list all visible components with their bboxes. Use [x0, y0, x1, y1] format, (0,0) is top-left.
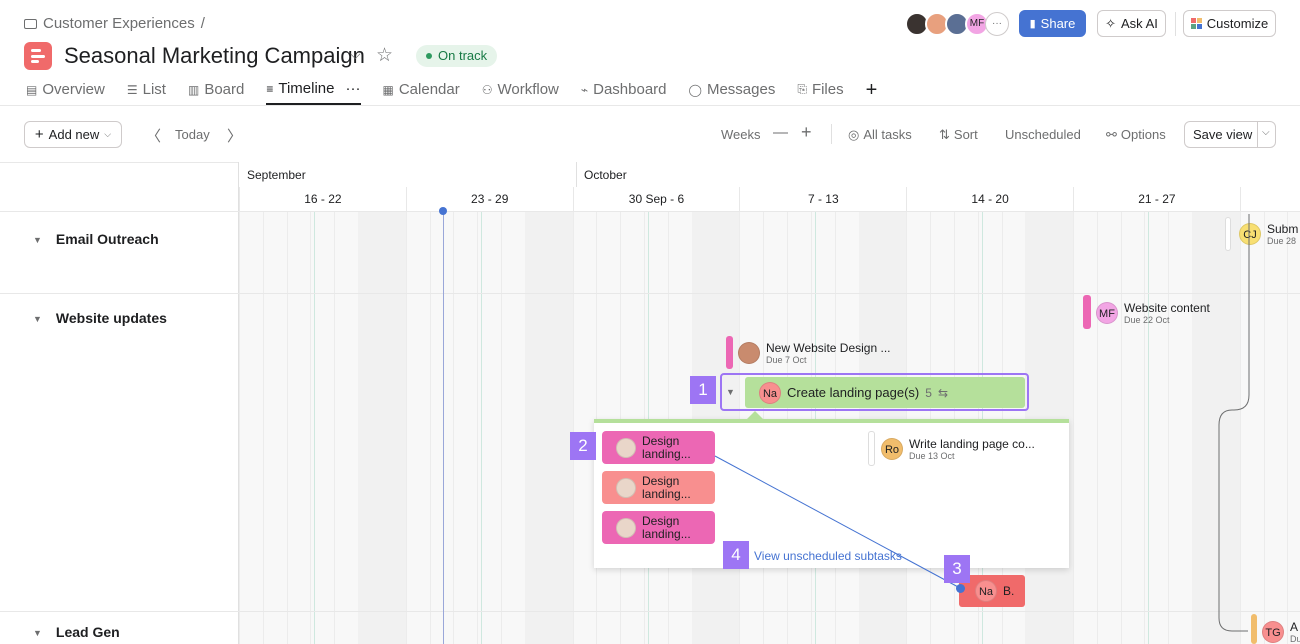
drag-connector — [714, 214, 1250, 632]
drag-handle[interactable] — [956, 584, 965, 593]
avatar: TG — [1262, 621, 1284, 643]
avatar: Na — [975, 580, 997, 602]
marker-3: 3 — [944, 555, 970, 583]
task-lead-gen[interactable]: TG A Du — [1262, 620, 1300, 644]
